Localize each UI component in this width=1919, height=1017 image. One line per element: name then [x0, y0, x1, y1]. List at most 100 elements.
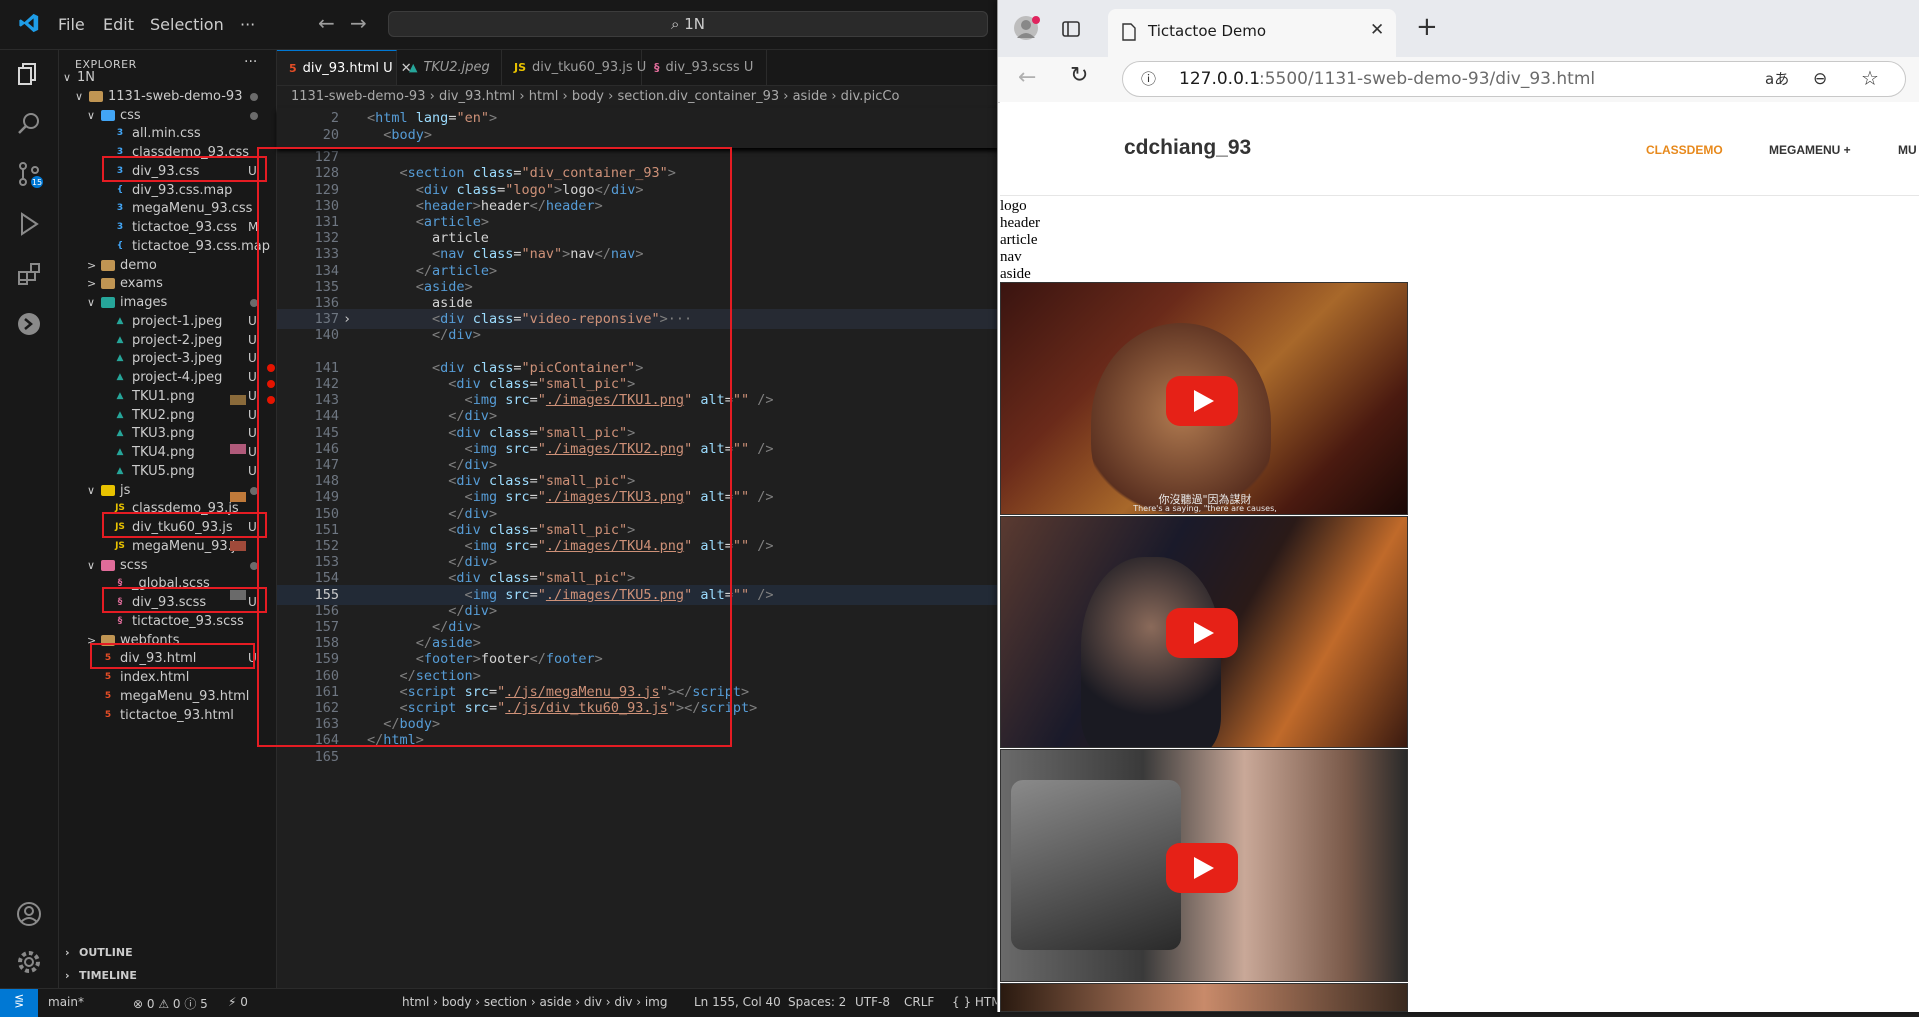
vscode-logo-icon — [19, 13, 39, 33]
browser-tab-active[interactable]: Tictactoe Demo ✕ — [1108, 9, 1396, 57]
breadcrumb-item[interactable]: section.div_container_93 — [617, 89, 779, 104]
forward-arrow-icon[interactable]: → — [350, 11, 367, 35]
editor-tab[interactable]: JS div_tku60_93.js U — [502, 50, 646, 85]
svg-text:15: 15 — [32, 178, 42, 187]
scss-file-icon: § — [654, 61, 660, 74]
img-file-icon: ▲ — [116, 372, 124, 382]
outline-section[interactable]: › OUTLINE — [59, 942, 276, 964]
breadcrumb-item[interactable]: div.picCo — [841, 89, 900, 104]
cursor-position-status[interactable]: Ln 155, Col 40 — [694, 995, 781, 1009]
logo-text: logo — [1000, 198, 1027, 214]
vertical-tabs-icon[interactable] — [1061, 19, 1081, 39]
youtube-video-2[interactable] — [1000, 516, 1408, 748]
explorer-sidebar: EXPLORER ··· ∨ 1N ∨ 1131-sweb-demo-93 ∨ css 3 a… — [59, 50, 277, 988]
menu-selection[interactable]: Selection — [150, 15, 224, 34]
branch-status[interactable]: main* — [48, 995, 84, 1009]
site-info-icon[interactable]: ⓘ — [1141, 62, 1156, 96]
ports-status[interactable]: ⚡ 0 — [228, 995, 248, 1009]
source-control-icon[interactable]: 15 — [15, 160, 43, 188]
account-icon[interactable] — [15, 900, 43, 928]
youtube-play-icon[interactable] — [1166, 608, 1238, 658]
menu-edit[interactable]: Edit — [103, 15, 134, 34]
modified-dot-icon — [250, 92, 258, 101]
line-number: 165 — [314, 748, 339, 765]
site-brand[interactable]: cdchiang_93 — [1124, 136, 1251, 160]
tab-label: div_93.html U — [302, 61, 393, 76]
menu-more[interactable]: ··· — [240, 15, 255, 34]
nav-text: nav — [1000, 249, 1022, 265]
explorer-icon[interactable] — [15, 60, 43, 88]
youtube-video-3[interactable] — [1000, 749, 1408, 982]
html-file-icon: 5 — [289, 62, 297, 75]
editor-tab[interactable]: ▲ TKU2.jpeg — [397, 50, 502, 85]
breadcrumb-separator: › — [779, 89, 793, 104]
remote-explorer-icon[interactable] — [15, 310, 43, 338]
html-file-icon: 5 — [104, 709, 112, 720]
nav-classdemo[interactable]: CLASSDEMO — [1646, 143, 1723, 157]
new-tab-plus-icon[interactable]: + — [1416, 12, 1438, 42]
command-center-search[interactable]: ⌕ 1N — [388, 11, 988, 37]
outline-label: OUTLINE — [79, 946, 133, 959]
eol-status[interactable]: CRLF — [904, 995, 934, 1009]
menu-file[interactable]: File — [58, 15, 85, 34]
settings-gear-icon[interactable] — [15, 948, 43, 976]
map-file-icon: { — [116, 184, 124, 195]
modified-dot-icon — [250, 111, 258, 120]
indentation-status[interactable]: Spaces: 2 — [788, 995, 846, 1009]
folder-icon — [89, 90, 103, 102]
extensions-icon[interactable] — [15, 260, 43, 288]
url-host: 127.0.0.1 — [1179, 69, 1261, 89]
address-bar[interactable]: ⓘ 127.0.0.1 :5500/1131-sweb-demo-93/div_… — [1122, 61, 1906, 97]
map-file-icon: { — [116, 240, 124, 251]
file-item[interactable]: 5 tictactoe_93.html — [59, 704, 276, 727]
breadcrumb-item[interactable]: html — [529, 89, 559, 104]
close-tab-icon[interactable]: ✕ — [1370, 20, 1384, 40]
css-file-icon: 3 — [116, 203, 124, 214]
read-aloud-icon[interactable]: aあ — [1765, 62, 1789, 96]
breadcrumb-item[interactable]: aside — [793, 89, 828, 104]
problems-status[interactable]: ⊗ 0 ⚠ 0 ⓘ 5 — [133, 995, 208, 1012]
header-text: header — [1000, 215, 1040, 231]
language-status[interactable]: { } HTM — [952, 995, 1000, 1009]
code-line[interactable]: 165 — [277, 747, 1000, 767]
editor-tab[interactable]: § div_93.scss U — [642, 50, 767, 85]
zoom-out-icon[interactable]: ⊖ — [1813, 62, 1827, 96]
nav-mu[interactable]: MU — [1898, 143, 1917, 157]
img-file-icon: ▲ — [116, 409, 124, 420]
youtube-video-4[interactable] — [1000, 983, 1408, 1012]
editor-tab[interactable]: 5 div_93.html U ✕ — [277, 50, 412, 85]
search-icon[interactable] — [15, 110, 43, 138]
breadcrumb-item[interactable]: div_93.html — [439, 89, 515, 104]
code-line[interactable]: 20 <body> — [277, 125, 1000, 145]
youtube-video-1[interactable]: 你沒聽過"因為謀財 There's a saying, "there are c… — [1000, 282, 1408, 515]
breadcrumb-item[interactable]: body — [572, 89, 604, 104]
img-file-icon: ▲ — [116, 447, 124, 457]
youtube-play-icon[interactable] — [1166, 376, 1238, 426]
browser-tab-bar: Tictactoe Demo ✕ + — [998, 0, 1919, 57]
youtube-play-icon[interactable] — [1166, 843, 1238, 893]
url-path: :5500/1131-sweb-demo-93/div_93.html — [1259, 69, 1596, 89]
reload-icon[interactable]: ↻ — [1070, 63, 1088, 88]
favorite-star-icon[interactable]: ☆ — [1861, 61, 1879, 95]
breadcrumb-separator: › — [558, 89, 572, 104]
browser-toolbar: ← ↻ ⓘ 127.0.0.1 :5500/1131-sweb-demo-93/… — [998, 57, 1919, 103]
breadcrumb: 1131-sweb-demo-93 › div_93.html › html ›… — [277, 86, 1000, 108]
back-arrow-icon[interactable]: ← — [318, 11, 335, 35]
breadcrumb-separator: › — [425, 89, 439, 104]
element-path-status: html › body › section › aside › div › di… — [402, 995, 668, 1009]
profile-avatar-icon[interactable] — [1012, 14, 1042, 44]
breadcrumb-item[interactable]: 1131-sweb-demo-93 — [291, 89, 425, 104]
img-file-icon: ▲ — [116, 465, 124, 476]
encoding-status[interactable]: UTF-8 — [855, 995, 890, 1009]
html-file-icon: 5 — [104, 690, 112, 701]
editor-tabs: 5 div_93.html U ✕ ▲ TKU2.jpeg JS div_tku60_93… — [277, 50, 1000, 86]
run-debug-icon[interactable] — [15, 210, 43, 238]
page-viewport: cdchiang_93 CLASSDEMO MEGAMENU + MU logo… — [1000, 102, 1919, 1012]
breadcrumb-separator: › — [515, 89, 529, 104]
css-file-icon: 3 — [116, 128, 124, 139]
browser-back-icon[interactable]: ← — [1018, 65, 1036, 90]
timeline-section[interactable]: › TIMELINE — [59, 965, 276, 987]
image-preview-icon — [230, 395, 246, 406]
nav-megamenu[interactable]: MEGAMENU + — [1769, 143, 1851, 157]
folder-icon — [101, 297, 115, 308]
